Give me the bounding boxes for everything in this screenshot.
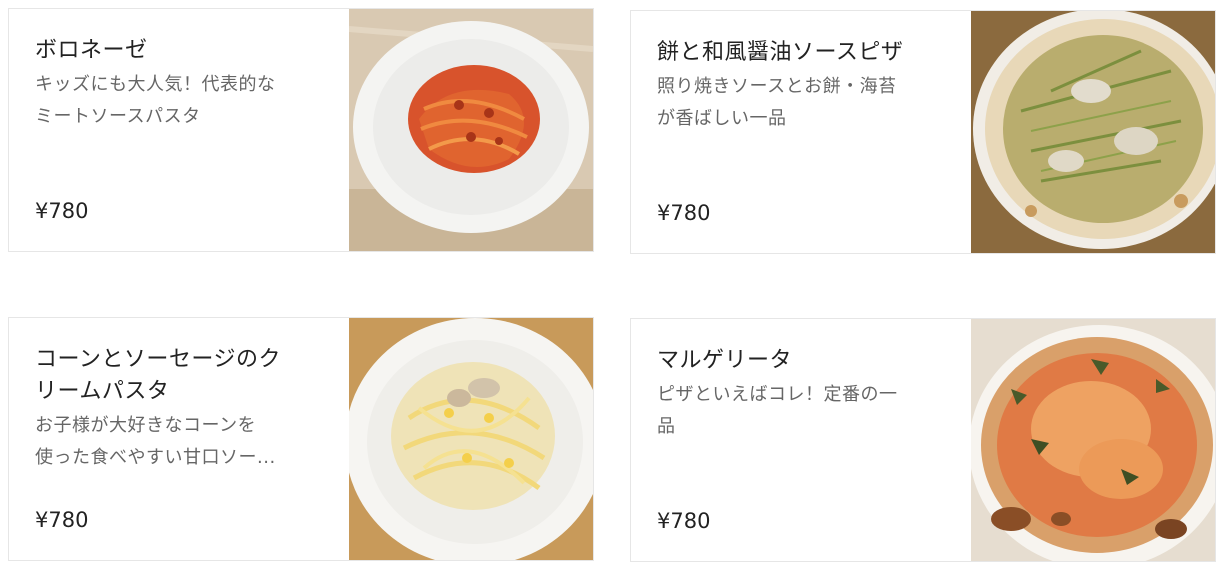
menu-item-description-line: キッズにも大人気！代表的な xyxy=(35,74,276,95)
menu-item-card-corn-cream-pasta[interactable]: コーンとソーセージのク リームパスタ お子様が大好きなコーンを 使った食べやすい… xyxy=(8,317,594,561)
menu-item-name-line: コーンとソーセージのク xyxy=(35,347,281,372)
menu-item-description: ピザといえばコレ！定番の一 品 xyxy=(657,379,957,443)
menu-item-card-bolognese[interactable]: ボロネーゼ キッズにも大人気！代表的な ミートソースパスタ ¥780 xyxy=(8,8,594,252)
menu-item-name-line: リームパスタ xyxy=(35,379,170,404)
menu-item-description-line: ピザといえばコレ！定番の一 xyxy=(657,384,898,405)
menu-item-price: ¥780 xyxy=(657,509,711,533)
menu-item-name: ボロネーゼ xyxy=(35,38,148,63)
menu-item-description-line: が香ばしい一品 xyxy=(657,108,787,129)
menu-item-description: 照り焼きソースとお餅・海苔 が香ばしい一品 xyxy=(657,71,957,135)
menu-item-name: 餅と和風醤油ソースピザ xyxy=(657,40,904,65)
menu-item-description: お子様が大好きなコーンを 使った食べやすい甘口ソー... xyxy=(35,410,335,474)
menu-item-price: ¥780 xyxy=(35,199,89,223)
bolognese-pasta-photo[interactable] xyxy=(349,9,593,251)
menu-item-name: マルゲリータ xyxy=(657,348,793,373)
menu-item-description: キッズにも大人気！代表的な ミートソースパスタ xyxy=(35,69,335,133)
menu-item-description-line: 照り焼きソースとお餅・海苔 xyxy=(657,76,897,97)
margherita-pizza-photo[interactable] xyxy=(971,319,1215,561)
mochi-pizza-photo[interactable] xyxy=(971,11,1215,253)
menu-item-description-line: お子様が大好きなコーンを xyxy=(35,415,257,436)
menu-item-card-margherita[interactable]: マルゲリータ ピザといえばコレ！定番の一 品 ¥780 xyxy=(630,318,1216,562)
menu-item-price: ¥780 xyxy=(35,508,89,532)
menu-item-description-line: 使った食べやすい甘口ソー... xyxy=(35,447,276,468)
menu-item-card-mochi-pizza[interactable]: 餅と和風醤油ソースピザ 照り焼きソースとお餅・海苔 が香ばしい一品 ¥780 xyxy=(630,10,1216,254)
menu-item-price: ¥780 xyxy=(657,201,711,225)
corn-cream-pasta-photo[interactable] xyxy=(349,318,593,560)
menu-item-description-line: ミートソースパスタ xyxy=(35,106,201,127)
menu-item-description-line: 品 xyxy=(657,416,676,437)
menu-item-name: コーンとソーセージのク リームパスタ xyxy=(35,344,335,408)
